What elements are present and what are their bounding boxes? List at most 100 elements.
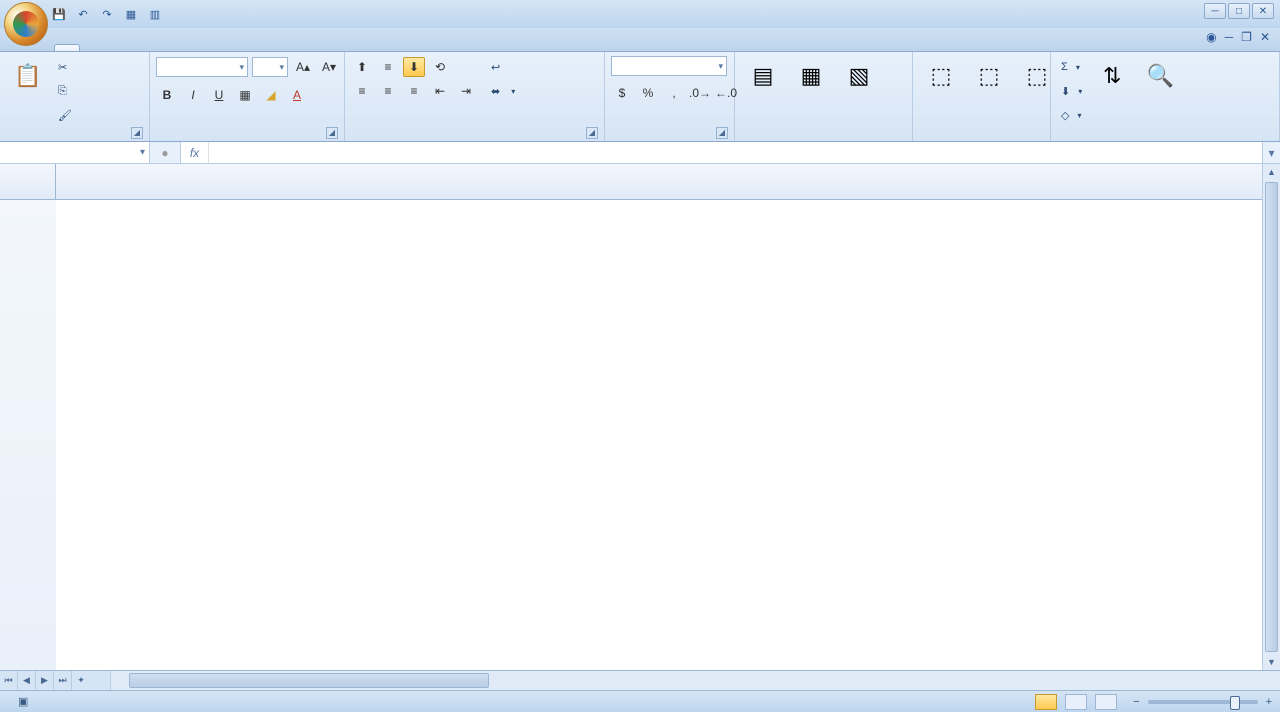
save-icon[interactable]: 💾 — [50, 5, 68, 23]
zoom-out-icon[interactable]: − — [1133, 696, 1139, 708]
horizontal-scrollbar[interactable] — [110, 671, 1280, 690]
name-box[interactable] — [0, 142, 150, 163]
doc-close-icon[interactable]: ✕ — [1260, 30, 1270, 44]
percent-button[interactable]: % — [637, 83, 659, 103]
copy-button[interactable]: ⎘ — [54, 80, 80, 102]
tab-next-icon[interactable]: ▶ — [36, 671, 54, 690]
number-dialog-launcher[interactable]: ◢ — [716, 127, 728, 139]
scroll-up-icon[interactable]: ▲ — [1263, 164, 1280, 180]
formula-input[interactable] — [209, 146, 1262, 160]
delete-cells-button[interactable]: ⬚ — [967, 56, 1011, 98]
tab-review[interactable] — [184, 44, 210, 51]
decrease-indent-button[interactable]: ⇤ — [429, 81, 451, 101]
fx-button[interactable]: fx — [181, 142, 209, 163]
align-left-button[interactable]: ≡ — [351, 81, 373, 101]
formula-bar-expand[interactable]: ▾ — [1262, 142, 1280, 163]
italic-button[interactable]: I — [182, 85, 204, 105]
cell-grid[interactable] — [56, 200, 1262, 670]
scroll-down-icon[interactable]: ▼ — [1263, 654, 1280, 670]
worksheet[interactable]: ▲ ▼ — [0, 164, 1280, 670]
tab-formulas[interactable] — [132, 44, 158, 51]
status-bar: ▣ − + — [0, 690, 1280, 712]
merge-center-button[interactable]: ⬌▾ — [487, 80, 519, 102]
hscroll-thumb[interactable] — [129, 673, 489, 688]
clipboard-dialog-launcher[interactable]: ◢ — [131, 127, 143, 139]
select-all-corner[interactable] — [0, 164, 56, 200]
tab-view[interactable] — [210, 44, 236, 51]
format-icon: ⬚ — [1021, 60, 1053, 92]
increase-font-icon[interactable]: A▴ — [292, 57, 314, 77]
format-painter-button[interactable]: 🖌 — [54, 104, 80, 126]
increase-indent-button[interactable]: ⇥ — [455, 81, 477, 101]
page-layout-view-button[interactable] — [1065, 694, 1087, 710]
group-clipboard: 📋 ✂ ⎘ 🖌 ◢ — [0, 52, 150, 141]
align-right-button[interactable]: ≡ — [403, 81, 425, 101]
cell-styles-icon: ▧ — [843, 60, 875, 92]
border-button[interactable]: ▦ — [234, 85, 256, 105]
wrap-text-button[interactable]: ↩ — [487, 56, 519, 78]
align-middle-button[interactable]: ≡ — [377, 57, 399, 77]
help-icon[interactable]: ◉ — [1206, 30, 1216, 44]
fill-color-button[interactable]: ◢ — [260, 85, 282, 105]
minimize-button[interactable]: ─ — [1204, 3, 1226, 19]
redo-icon[interactable]: ↷ — [98, 5, 116, 23]
vscroll-thumb[interactable] — [1265, 182, 1278, 652]
decrease-decimal-button[interactable]: ←.0 — [715, 83, 737, 103]
cell-styles-button[interactable]: ▧ — [837, 56, 881, 98]
tab-first-icon[interactable]: ⏮ — [0, 671, 18, 690]
conditional-formatting-button[interactable]: ▤ — [741, 56, 785, 98]
alignment-dialog-launcher[interactable]: ◢ — [586, 127, 598, 139]
macro-record-icon[interactable]: ▣ — [18, 695, 28, 708]
tab-home[interactable] — [54, 44, 80, 51]
cut-button[interactable]: ✂ — [54, 56, 80, 78]
ribbon: 📋 ✂ ⎘ 🖌 ◢ A▴ A▾ B I U ▦ ◢ — [0, 52, 1280, 142]
paste-button[interactable]: 📋 — [6, 56, 50, 98]
qat-custom2-icon[interactable]: ▥ — [146, 5, 164, 23]
qat-custom-icon[interactable]: ▦ — [122, 5, 140, 23]
font-color-button[interactable]: A — [286, 85, 308, 105]
normal-view-button[interactable] — [1035, 694, 1057, 710]
undo-icon[interactable]: ↶ — [74, 5, 92, 23]
underline-button[interactable]: U — [208, 85, 230, 105]
group-font: A▴ A▾ B I U ▦ ◢ A ◢ — [150, 52, 345, 141]
number-format-combo[interactable] — [611, 56, 727, 76]
format-as-table-button[interactable]: ▦ — [789, 56, 833, 98]
fill-button[interactable]: ⬇▾ — [1057, 80, 1086, 102]
font-size-combo[interactable] — [252, 57, 288, 77]
accounting-button[interactable]: $ — [611, 83, 633, 103]
page-break-view-button[interactable] — [1095, 694, 1117, 710]
orientation-button[interactable]: ⟲ — [429, 57, 451, 77]
new-sheet-icon[interactable]: ✦ — [72, 671, 90, 690]
tab-page-layout[interactable] — [106, 44, 132, 51]
align-top-button[interactable]: ⬆ — [351, 57, 373, 77]
tab-data[interactable] — [158, 44, 184, 51]
tab-prev-icon[interactable]: ◀ — [18, 671, 36, 690]
eraser-icon: ◇ — [1061, 109, 1069, 122]
bold-button[interactable]: B — [156, 85, 178, 105]
vertical-scrollbar[interactable]: ▲ ▼ — [1262, 164, 1280, 670]
office-button[interactable] — [4, 2, 48, 46]
insert-cells-button[interactable]: ⬚ — [919, 56, 963, 98]
close-button[interactable]: ✕ — [1252, 3, 1274, 19]
font-dialog-launcher[interactable]: ◢ — [326, 127, 338, 139]
group-number: $ % , .0→ ←.0 ◢ — [605, 52, 735, 141]
ribbon-minimize-icon[interactable]: ─ — [1225, 30, 1234, 44]
tab-developer[interactable] — [236, 44, 262, 51]
align-bottom-button[interactable]: ⬇ — [403, 57, 425, 77]
align-center-button[interactable]: ≡ — [377, 81, 399, 101]
tab-last-icon[interactable]: ⏭ — [54, 671, 72, 690]
zoom-slider[interactable] — [1148, 700, 1258, 704]
wrap-icon: ↩ — [491, 61, 500, 74]
sort-filter-button[interactable]: ⇅ — [1090, 56, 1134, 98]
maximize-button[interactable]: □ — [1228, 3, 1250, 19]
font-name-combo[interactable] — [156, 57, 248, 77]
increase-decimal-button[interactable]: .0→ — [689, 83, 711, 103]
doc-restore-icon[interactable]: ❐ — [1241, 30, 1252, 44]
autosum-button[interactable]: Σ▾ — [1057, 56, 1086, 78]
tab-insert[interactable] — [80, 44, 106, 51]
comma-button[interactable]: , — [663, 83, 685, 103]
clear-button[interactable]: ◇▾ — [1057, 104, 1086, 126]
zoom-in-icon[interactable]: + — [1266, 696, 1272, 708]
find-select-button[interactable]: 🔍 — [1138, 56, 1182, 98]
decrease-font-icon[interactable]: A▾ — [318, 57, 340, 77]
